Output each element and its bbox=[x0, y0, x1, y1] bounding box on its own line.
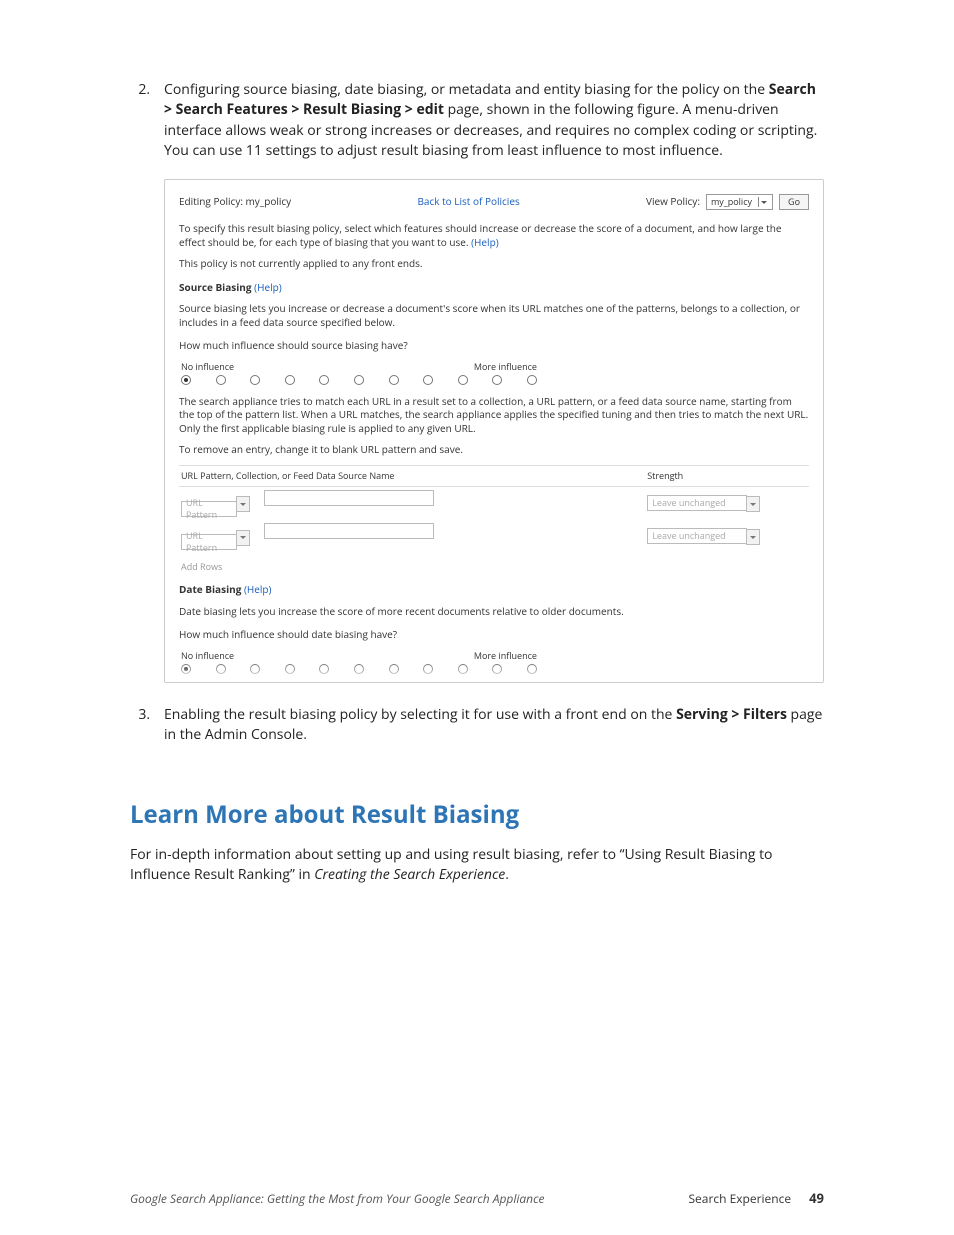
embedded-screenshot: Editing Policy: my_policy Back to List o… bbox=[164, 179, 824, 683]
url-pattern-input[interactable]: URL Pattern bbox=[181, 501, 237, 517]
not-applied-text: This policy is not currently applied to … bbox=[179, 257, 809, 271]
footer-section: Search Experience bbox=[688, 1190, 791, 1207]
col-header-strength: Strength bbox=[645, 465, 809, 486]
pattern-value-input[interactable] bbox=[264, 523, 434, 539]
influence-radio-0[interactable] bbox=[181, 375, 191, 385]
back-to-list-link[interactable]: Back to List of Policies bbox=[417, 194, 519, 208]
col-header-pattern: URL Pattern, Collection, or Feed Data So… bbox=[179, 465, 475, 486]
help-link[interactable]: (Help) bbox=[471, 235, 499, 249]
date-biasing-question: How much influence should date biasing h… bbox=[179, 628, 809, 642]
source-biasing-heading: Source Biasing (Help) bbox=[179, 281, 809, 295]
influence-radio-3[interactable] bbox=[285, 375, 295, 385]
remove-desc: To remove an entry, change it to blank U… bbox=[179, 443, 809, 457]
chevron-down-icon[interactable] bbox=[236, 530, 250, 546]
chevron-down-icon[interactable] bbox=[746, 496, 760, 512]
influence-radio-5[interactable] bbox=[354, 375, 364, 385]
editing-policy-label: Editing Policy: my_policy bbox=[179, 195, 291, 209]
influence-radio-8[interactable] bbox=[458, 375, 468, 385]
strength-select[interactable]: Leave unchanged bbox=[647, 528, 747, 544]
influence-radio-6[interactable] bbox=[389, 375, 399, 385]
footer-doc-title: Google Search Appliance: Getting the Mos… bbox=[130, 1190, 545, 1207]
date-biasing-heading: Date Biasing (Help) bbox=[179, 583, 809, 597]
date-biasing-desc: Date biasing lets you increase the score… bbox=[179, 605, 809, 619]
view-policy-select[interactable]: my_policy bbox=[706, 194, 773, 210]
learn-more-paragraph: For in-depth information about setting u… bbox=[130, 845, 824, 886]
source-biasing-question: How much influence should source biasing… bbox=[179, 339, 809, 353]
chevron-down-icon[interactable] bbox=[746, 529, 760, 545]
match-desc: The search appliance tries to match each… bbox=[179, 395, 809, 436]
chevron-down-icon[interactable] bbox=[236, 496, 250, 512]
influence-radio-2[interactable] bbox=[250, 375, 260, 385]
add-rows-button[interactable]: Add Rows bbox=[181, 561, 807, 573]
go-button[interactable]: Go bbox=[779, 194, 809, 210]
pattern-table: URL Pattern, Collection, or Feed Data So… bbox=[179, 465, 809, 553]
table-row: URL Pattern Leave unchanged bbox=[179, 486, 809, 520]
list-number: 3. bbox=[130, 705, 164, 746]
page-footer: Google Search Appliance: Getting the Mos… bbox=[130, 1189, 824, 1207]
influence-radio-7[interactable] bbox=[423, 375, 433, 385]
influence-radio-10[interactable] bbox=[527, 375, 537, 385]
pattern-value-input[interactable] bbox=[264, 490, 434, 506]
list-number: 2. bbox=[130, 80, 164, 161]
page-number: 49 bbox=[809, 1189, 824, 1207]
influence-radio-1[interactable] bbox=[216, 375, 226, 385]
strength-select[interactable]: Leave unchanged bbox=[647, 495, 747, 511]
url-pattern-input[interactable]: URL Pattern bbox=[181, 534, 237, 550]
influence-radio-9[interactable] bbox=[492, 375, 502, 385]
view-policy-label: View Policy: bbox=[646, 195, 700, 209]
source-influence-slider: No influence More influence bbox=[179, 361, 539, 385]
section-heading: Learn More about Result Biasing bbox=[130, 798, 824, 831]
intro-text: To specify this result biasing policy, s… bbox=[179, 222, 809, 249]
list-item-3: 3. Enabling the result biasing policy by… bbox=[130, 705, 824, 746]
source-biasing-desc: Source biasing lets you increase or decr… bbox=[179, 302, 809, 329]
chevron-down-icon bbox=[758, 197, 768, 207]
help-link[interactable]: (Help) bbox=[244, 582, 272, 596]
help-link[interactable]: (Help) bbox=[254, 280, 282, 294]
table-row: URL Pattern Leave unchanged bbox=[179, 520, 809, 553]
list-text: Configuring source biasing, date biasing… bbox=[164, 80, 824, 161]
influence-radio-4[interactable] bbox=[319, 375, 329, 385]
list-item-2: 2. Configuring source biasing, date bias… bbox=[130, 80, 824, 161]
fade-overlay bbox=[165, 664, 823, 682]
list-text: Enabling the result biasing policy by se… bbox=[164, 705, 824, 746]
